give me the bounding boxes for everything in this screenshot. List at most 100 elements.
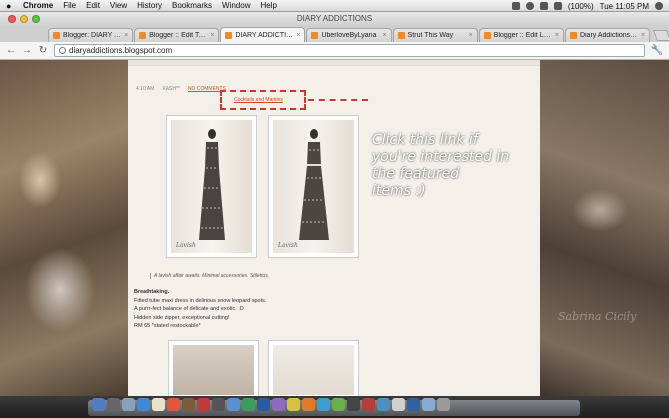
blogger-icon	[139, 32, 147, 39]
tab-uberlove[interactable]: UberloveByLyana ×	[306, 28, 392, 42]
apple-icon[interactable]: ●	[6, 1, 15, 11]
app-icon[interactable]	[197, 398, 210, 411]
app-icon[interactable]	[257, 398, 270, 411]
menubar-clock[interactable]: Tue 11:05 PM	[600, 2, 649, 11]
window-controls	[8, 15, 40, 23]
app-icon[interactable]	[287, 398, 300, 411]
menubar-status-area: (100%) Tue 11:05 PM	[511, 0, 663, 12]
app-icon[interactable]	[347, 398, 360, 411]
tab-diary-addictions-fac[interactable]: Diary Addictions: FAC×	[564, 28, 651, 42]
new-tab-button[interactable]	[653, 30, 669, 41]
blogger-icon	[225, 31, 233, 39]
app-icon[interactable]	[377, 398, 390, 411]
annotation-arrow-line	[308, 99, 368, 101]
product-photo-front[interactable]: Lavish	[166, 115, 257, 258]
annotation-text: Click this link if you're interested in …	[372, 132, 552, 200]
window-title: DIARY ADDICTIONS	[296, 14, 373, 23]
blogger-icon	[53, 32, 60, 39]
battery-icon[interactable]	[553, 2, 562, 10]
photo-signature: Lavish	[278, 242, 298, 249]
menu-file[interactable]: File	[63, 1, 76, 10]
product-photo-angle[interactable]: Lavish	[268, 115, 359, 258]
menu-app-name[interactable]: Chrome	[23, 1, 53, 10]
app-icon[interactable]	[272, 398, 285, 411]
app-icon[interactable]	[242, 398, 255, 411]
tab-diary-addictions[interactable]: DIARY ADDICTIONS×	[220, 27, 306, 42]
tab-blogger-edit-template[interactable]: Blogger :: Edit Templ ×	[134, 28, 220, 42]
reload-icon[interactable]: ↻	[38, 45, 48, 56]
tab-strut-this-way[interactable]: Strut This Way ×	[392, 28, 478, 42]
photo-frame: Lavish	[171, 120, 252, 253]
blogger-icon	[483, 32, 491, 39]
globe-icon	[59, 47, 66, 54]
annotation-line: you're interested in	[372, 149, 510, 165]
app-icon[interactable]	[392, 398, 405, 411]
tab-blogger-diary[interactable]: Blogger: DIARY ADDIC×	[48, 28, 134, 42]
zoom-window-button[interactable]	[32, 15, 40, 23]
safari-icon[interactable]	[137, 398, 150, 411]
menu-bookmarks[interactable]: Bookmarks	[172, 1, 212, 10]
wifi-icon[interactable]	[525, 2, 534, 10]
notes-icon[interactable]	[152, 398, 165, 411]
finder-icon[interactable]	[92, 398, 105, 411]
volume-icon[interactable]	[539, 2, 548, 10]
close-tab-icon[interactable]: ×	[555, 32, 559, 39]
photo-frame: Lavish	[273, 120, 354, 253]
annotation-line: items :)	[372, 183, 426, 199]
folder-icon[interactable]	[422, 398, 435, 411]
status-icon[interactable]	[511, 2, 520, 10]
photo-frame	[173, 345, 254, 395]
product-link[interactable]: Cocktails and Martinis	[234, 97, 283, 103]
calendar-icon[interactable]	[167, 398, 180, 411]
post-time: 4:10 AM	[136, 86, 155, 92]
menu-window[interactable]: Window	[222, 1, 250, 10]
close-tab-icon[interactable]: ×	[210, 32, 214, 39]
close-tab-icon[interactable]: ×	[124, 32, 128, 39]
photo-frame	[273, 345, 354, 395]
dress-figure	[298, 129, 329, 240]
post-description: Breathtaking. Fitted tube maxi dress in …	[134, 288, 266, 331]
tab-blogger-edit-layout[interactable]: Blogger :: Edit Layout×	[478, 28, 564, 42]
app-icon[interactable]	[212, 398, 225, 411]
app-icon[interactable]	[317, 398, 330, 411]
menu-view[interactable]: View	[110, 1, 127, 10]
menu-help[interactable]: Help	[260, 1, 276, 10]
content-top-bar	[128, 60, 540, 66]
close-tab-icon[interactable]: ×	[641, 32, 645, 39]
photo-icon[interactable]	[182, 398, 195, 411]
dashboard-icon[interactable]	[107, 398, 120, 411]
close-tab-icon[interactable]: ×	[469, 32, 473, 39]
app-icon[interactable]	[362, 398, 375, 411]
close-window-button[interactable]	[8, 15, 16, 23]
tab-strip: Blogger: DIARY ADDIC× Blogger :: Edit Te…	[0, 26, 669, 42]
product-photo-back[interactable]	[268, 340, 359, 396]
menu-history[interactable]: History	[137, 1, 162, 10]
app-icon[interactable]	[407, 398, 420, 411]
mail-icon[interactable]	[122, 398, 135, 411]
spotlight-icon[interactable]	[655, 2, 663, 10]
product-photo-mannequin[interactable]	[168, 340, 259, 396]
wrench-icon[interactable]: 🔧	[651, 45, 663, 56]
minimize-window-button[interactable]	[20, 15, 28, 23]
mac-menubar: ● Chrome File Edit View History Bookmark…	[0, 0, 669, 12]
menu-edit[interactable]: Edit	[86, 1, 100, 10]
battery-percent: (100%)	[567, 1, 594, 11]
close-tab-icon[interactable]: ×	[383, 32, 387, 39]
chrome-icon[interactable]	[302, 398, 315, 411]
back-arrow-icon[interactable]: ←	[6, 45, 16, 56]
post-author[interactable]: XASH**	[162, 86, 180, 92]
web-page: Sabrina Cicily 4:10 AM XASH** NO COMMENT…	[0, 60, 669, 396]
forward-arrow-icon[interactable]: →	[22, 45, 32, 56]
address-bar[interactable]: diaryaddictions.blogspot.com	[54, 44, 645, 57]
desc-line: A purrr-fect balance of delicate and exo…	[134, 306, 244, 312]
address-url: diaryaddictions.blogspot.com	[69, 45, 173, 55]
dock-icons	[92, 398, 450, 411]
app-icon[interactable]	[332, 398, 345, 411]
desc-line: Hidden side zipper, exceptional cutting!	[134, 314, 230, 321]
app-icon[interactable]	[227, 398, 240, 411]
desc-title: Breathtaking.	[134, 289, 170, 295]
trash-icon[interactable]	[437, 398, 450, 411]
window-titlebar: DIARY ADDICTIONS	[0, 12, 669, 26]
close-tab-icon[interactable]: ×	[296, 32, 300, 39]
post-meta: 4:10 AM XASH** NO COMMENTS	[136, 86, 226, 92]
